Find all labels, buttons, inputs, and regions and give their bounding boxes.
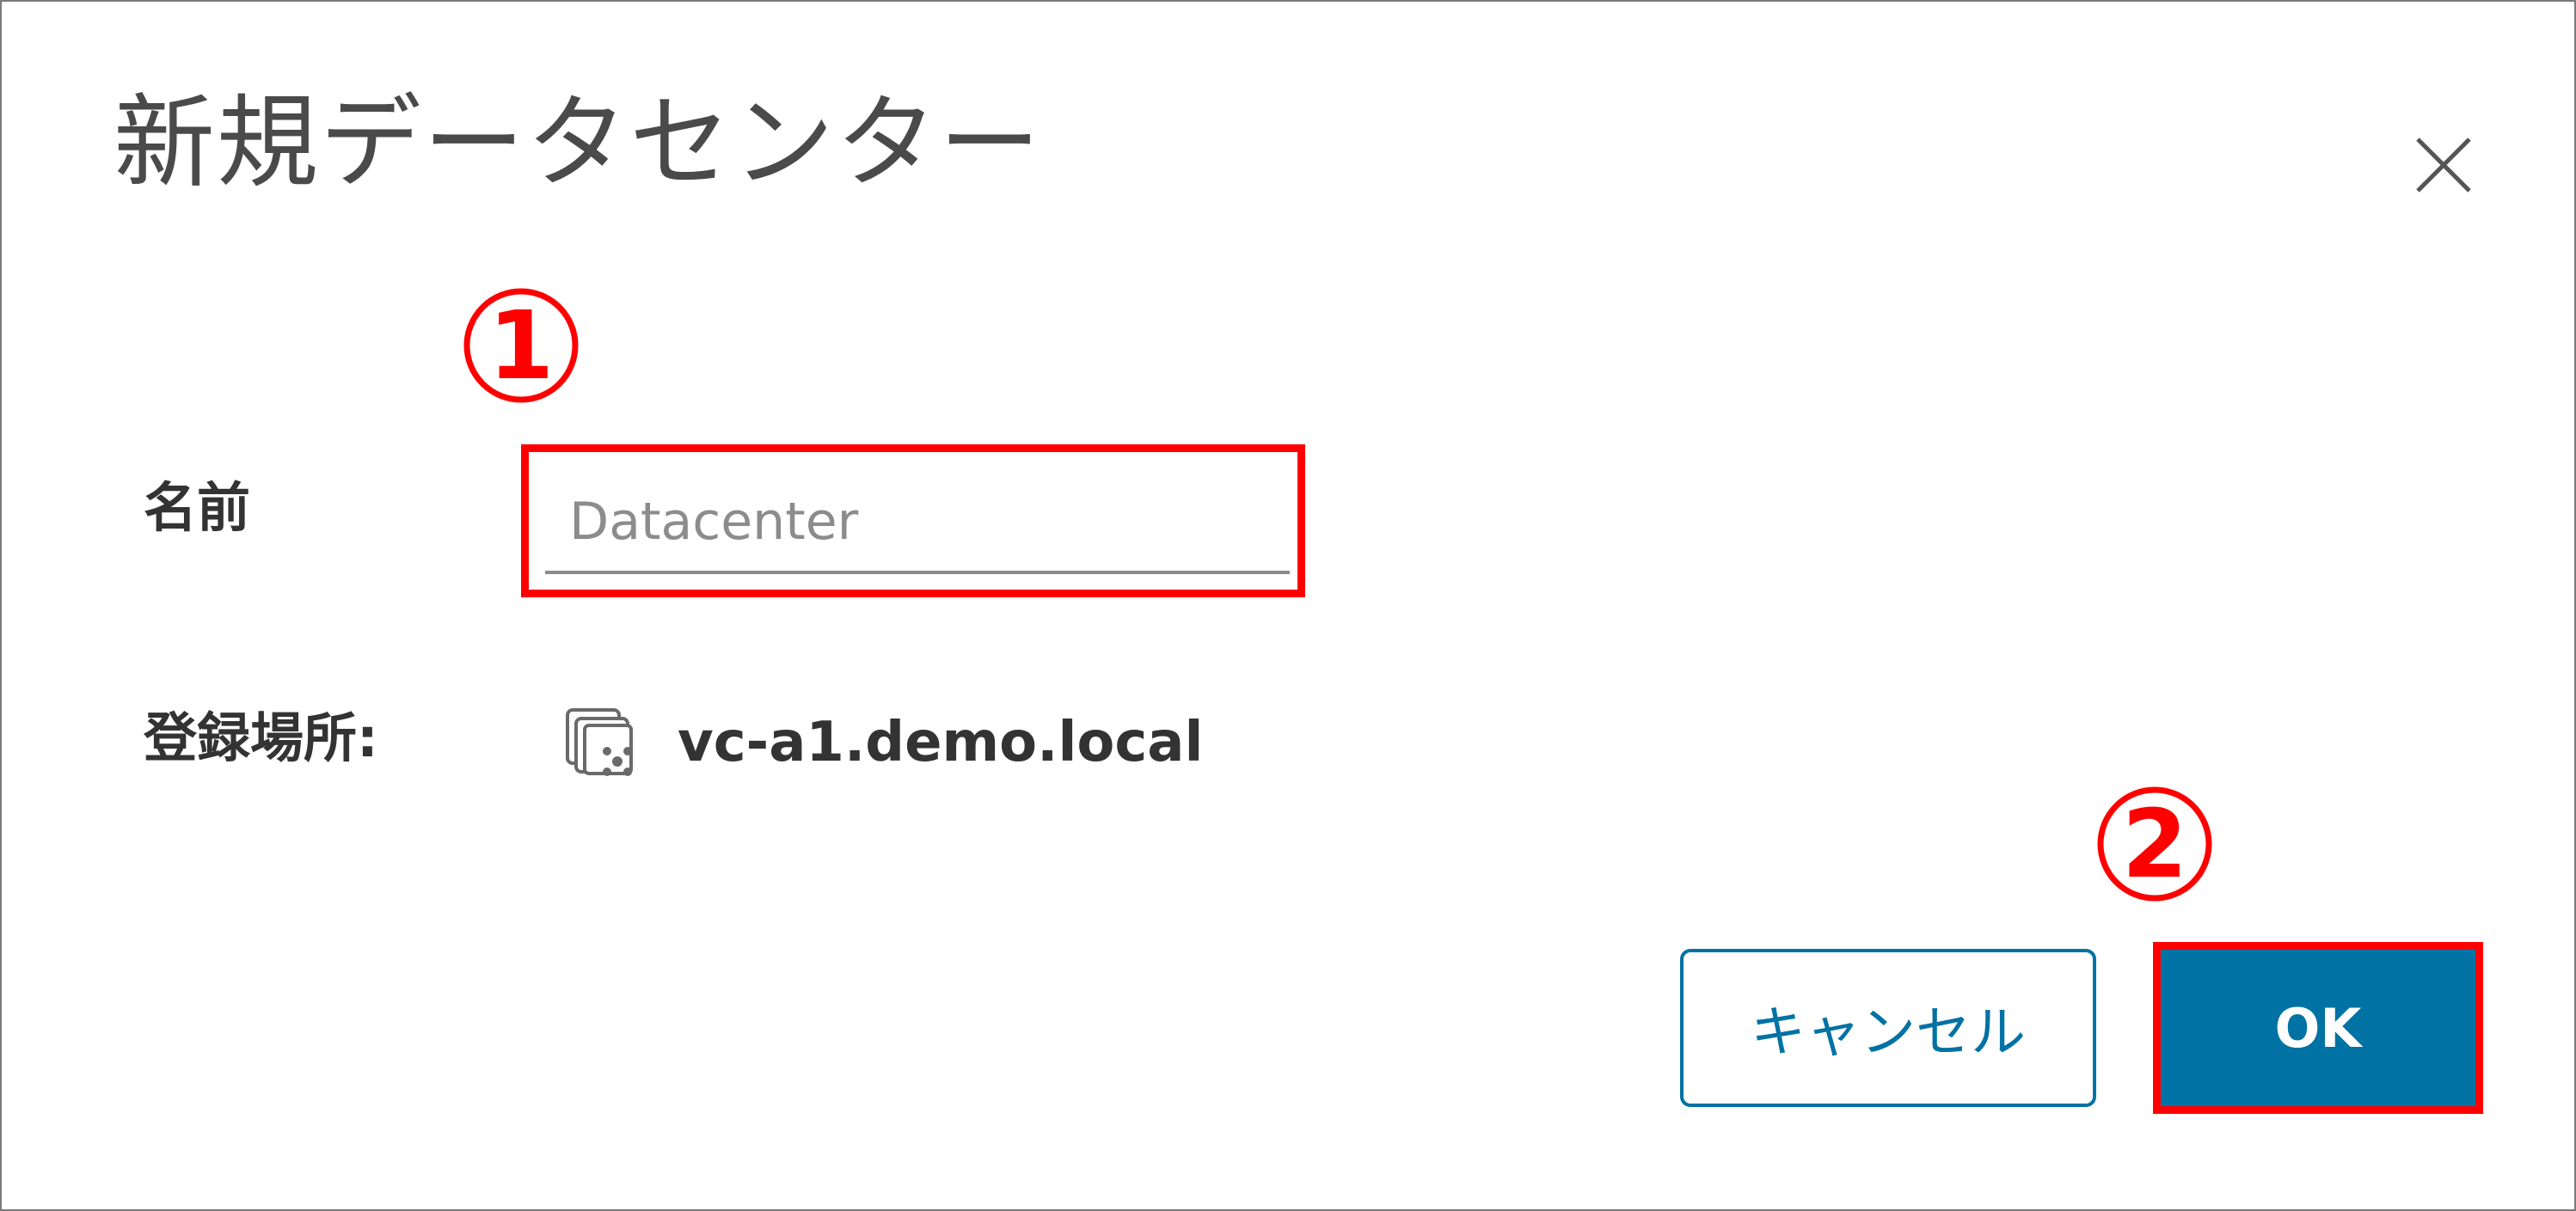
close-button[interactable]	[2409, 131, 2478, 199]
location-value: vc-a1.demo.local	[678, 711, 1204, 774]
step-marker-number: 2	[2121, 789, 2188, 899]
step-marker-number: 1	[488, 291, 555, 401]
dialog-title: 新規データセンター	[113, 83, 1043, 202]
step-marker-2: 2	[2095, 784, 2215, 904]
name-label: 名前	[144, 476, 251, 539]
cancel-button[interactable]: キャンセル	[1680, 949, 2096, 1107]
new-datacenter-dialog: 新規データセンター 1 名前 登録場所: vc-a1.demo.local	[0, 0, 2576, 1211]
location-label: 登録場所:	[144, 706, 378, 769]
step-marker-1: 1	[461, 285, 581, 406]
close-icon	[2416, 138, 2471, 193]
name-input[interactable]	[545, 473, 1290, 574]
ok-button[interactable]: OK	[2161, 950, 2475, 1106]
vcenter-icon	[564, 706, 638, 780]
